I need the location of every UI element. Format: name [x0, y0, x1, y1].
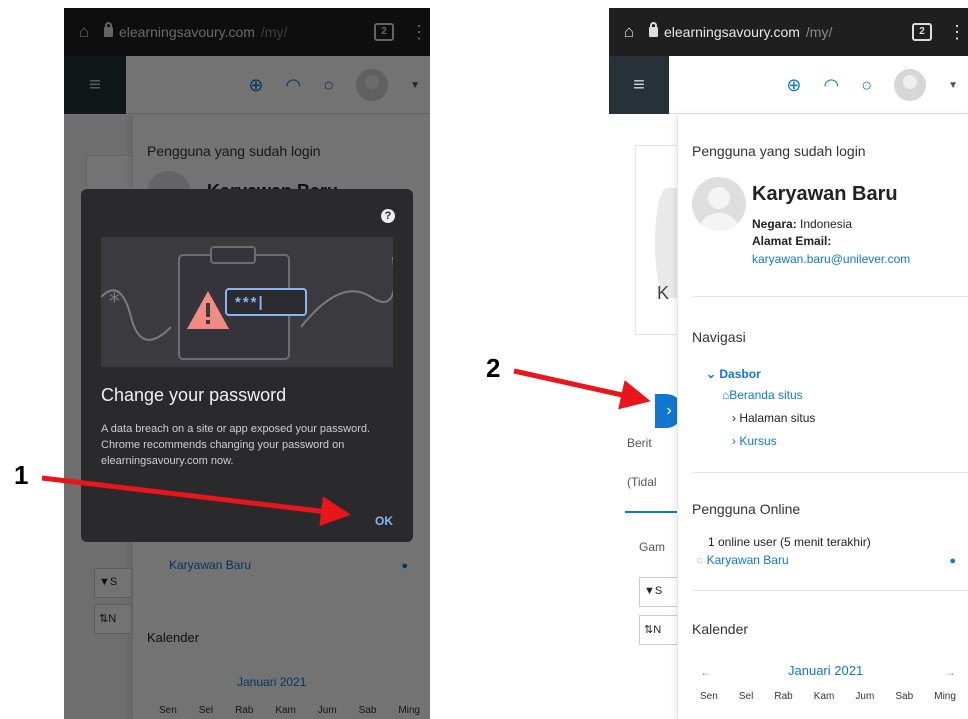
- navigation-title: Navigasi: [692, 329, 746, 345]
- user-avatar: [692, 177, 746, 231]
- online-user-link[interactable]: ○ Karyawan Baru: [696, 553, 789, 567]
- screenshot-left: ⌂ elearningsavoury.com/my/ 2 ⋮ ≡ ⊕ ◠ ○ ▼…: [64, 8, 430, 719]
- password-mask: ***|: [235, 294, 265, 311]
- password-breach-illustration: * ***|: [101, 237, 393, 367]
- prev-month-arrow-icon[interactable]: ←: [700, 665, 712, 679]
- url-host: elearningsavoury.com: [664, 24, 800, 40]
- url-path: /my/: [805, 24, 833, 40]
- svg-text:*: *: [109, 290, 120, 315]
- next-month-arrow-icon[interactable]: →: [944, 665, 956, 679]
- messages-icon[interactable]: ○: [861, 75, 872, 96]
- block-drawer: Pengguna yang sudah login Karyawan Baru …: [677, 115, 968, 719]
- dialog-body: A data breach on a site or app exposed y…: [101, 423, 371, 467]
- weekday-label: Sen: [700, 691, 718, 702]
- weekday-label: Jum: [855, 691, 875, 702]
- address-field[interactable]: elearningsavoury.com/my/: [649, 22, 912, 40]
- dialog-title: Change your password: [101, 385, 287, 405]
- language-globe-icon[interactable]: ⊕: [786, 75, 801, 96]
- nav-item-courses[interactable]: › Kursus: [732, 434, 777, 448]
- user-icon: ○: [696, 553, 707, 567]
- navigation-block: Navigasi ⌄ Dasbor ⌂Beranda situs › Halam…: [692, 297, 968, 473]
- hamburger-menu-icon[interactable]: ≡: [609, 56, 669, 114]
- ok-button[interactable]: OK: [375, 514, 393, 528]
- profile-picture: [655, 188, 679, 298]
- overview-fragment: Gam: [639, 540, 666, 554]
- tab-underline: [625, 511, 679, 513]
- notification-bell-icon[interactable]: ◠: [824, 75, 840, 96]
- step-number-2: 2: [486, 353, 501, 383]
- eye-icon[interactable]: ●: [949, 555, 956, 567]
- tab-count-button[interactable]: 2: [912, 23, 932, 41]
- browser-url-bar: ⌂ elearningsavoury.com/my/ 2 ⋮: [609, 8, 968, 56]
- chevron-down-icon: ⌄: [706, 367, 720, 381]
- nav-item-dashboard[interactable]: ⌄ Dasbor: [706, 367, 761, 381]
- calendar-title: Kalender: [692, 621, 749, 637]
- calendar-month: Januari 2021: [788, 663, 864, 678]
- filter-button[interactable]: ▼S: [639, 577, 679, 607]
- profile-name-fragment: K: [657, 283, 670, 303]
- none-fragment: (Tidal: [627, 475, 657, 489]
- screenshot-right: ⌂ elearningsavoury.com/my/ 2 ⋮ ≡ ⊕ ◠ ○ ▼…: [609, 8, 968, 719]
- user-name: Karyawan Baru: [752, 183, 898, 205]
- weekday-label: Rab: [774, 691, 793, 702]
- lock-icon: [649, 22, 658, 37]
- weekday-label: Kam: [813, 691, 835, 702]
- weekday-label: Ming: [934, 691, 956, 702]
- help-icon[interactable]: ?: [381, 209, 395, 223]
- site-navbar: ≡ ⊕ ◠ ○ ▼: [609, 56, 968, 114]
- home-icon[interactable]: ⌂: [609, 22, 649, 42]
- step-number-1: 1: [14, 460, 29, 490]
- email-label: Alamat Email:: [752, 234, 832, 248]
- online-users-block: Pengguna Online 1 online user (5 menit t…: [692, 473, 968, 591]
- calendar-weekdays: Sen Sel Rab Kam Jum Sab Ming: [700, 691, 956, 702]
- sort-button[interactable]: ⇅N: [639, 615, 679, 645]
- online-summary: 1 online user (5 menit terakhir): [708, 535, 871, 549]
- chevron-down-icon[interactable]: ▼: [948, 80, 958, 91]
- online-users-title: Pengguna Online: [692, 501, 801, 517]
- weekday-label: Sab: [895, 691, 914, 702]
- email-link[interactable]: karyawan.baru@unilever.com: [752, 252, 910, 266]
- change-password-dialog: ? * ***| Change your password A data bre…: [81, 189, 413, 542]
- nav-item-site-home[interactable]: ⌂Beranda situs: [722, 388, 803, 402]
- more-menu-icon[interactable]: ⋮: [946, 22, 968, 43]
- weekday-label: Sel: [738, 691, 754, 702]
- news-fragment: Berit: [627, 436, 652, 450]
- logged-in-block: Pengguna yang sudah login Karyawan Baru …: [692, 115, 968, 297]
- nav-item-site-pages[interactable]: › Halaman situs: [732, 411, 815, 425]
- avatar[interactable]: [894, 69, 927, 101]
- logged-in-title: Pengguna yang sudah login: [692, 143, 866, 159]
- country-line: Negara: Indonesia: [752, 217, 853, 231]
